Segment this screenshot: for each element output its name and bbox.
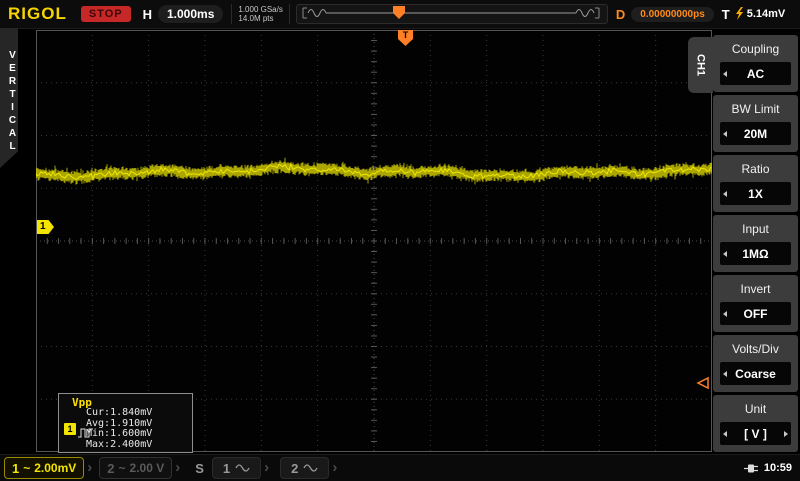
menu-item-bw-limit[interactable]: BW Limit 20M bbox=[713, 95, 798, 152]
acquisition-info: 1.000 GSa/s 14.0M pts bbox=[231, 4, 289, 24]
memory-waveform-icon bbox=[297, 5, 605, 21]
source1-status[interactable]: 1 bbox=[212, 457, 261, 479]
menu-item-label: Input bbox=[713, 222, 798, 236]
right-arrow-icon bbox=[784, 431, 788, 437]
run-state-badge[interactable]: STOP bbox=[81, 6, 131, 22]
menu-item-value: OFF bbox=[720, 302, 791, 325]
sine-wave-icon bbox=[235, 463, 250, 473]
clock: 10:59 bbox=[764, 462, 792, 474]
menu-item-label: Unit bbox=[713, 402, 798, 416]
memory-overview-strip[interactable] bbox=[296, 4, 608, 24]
menu-item-value: 1X bbox=[720, 182, 791, 205]
chevron-icon: › bbox=[332, 458, 337, 478]
graticule bbox=[36, 30, 712, 452]
softkey-menu: Coupling AC BW Limit 20M Ratio 1X Input bbox=[713, 35, 798, 452]
left-arrow-icon bbox=[723, 431, 727, 437]
clock-area: 10:59 bbox=[743, 462, 792, 474]
source-label: S bbox=[195, 461, 204, 476]
ac-coupling-icon: ~ bbox=[119, 461, 126, 475]
menu-item-value: 1MΩ bbox=[720, 242, 791, 265]
left-arrow-icon bbox=[723, 311, 727, 317]
menu-item-value: 20M bbox=[720, 122, 791, 145]
menu-item-ratio[interactable]: Ratio 1X bbox=[713, 155, 798, 212]
ac-coupling-icon: ~ bbox=[23, 461, 30, 475]
delay-label: D bbox=[616, 7, 625, 22]
trigger-label: T bbox=[722, 7, 730, 22]
vertical-section-tab: VERTICAL bbox=[0, 28, 18, 168]
channel1-status[interactable]: 1 ~ 2.00mV bbox=[4, 457, 84, 479]
menu-tab-ch1[interactable]: CH1 bbox=[688, 37, 713, 93]
channel2-status[interactable]: 2 ~ 2.00 V bbox=[99, 457, 172, 479]
usb-plug-icon bbox=[743, 463, 759, 474]
left-arrow-icon bbox=[723, 71, 727, 77]
trigger-level-marker[interactable] bbox=[696, 376, 710, 395]
measurement-row: Max:2.400mV bbox=[86, 440, 152, 451]
trigger-position-marker bbox=[393, 6, 405, 19]
sample-rate: 1.000 GSa/s bbox=[238, 5, 282, 14]
menu-item-volts-div[interactable]: Volts/Div Coarse bbox=[713, 335, 798, 392]
chevron-icon: › bbox=[87, 458, 92, 478]
left-arrow-icon bbox=[723, 131, 727, 137]
menu-item-label: Ratio bbox=[713, 162, 798, 176]
menu-item-value: Coarse bbox=[720, 362, 791, 385]
menu-item-label: Volts/Div bbox=[713, 342, 798, 356]
menu-item-coupling[interactable]: Coupling AC bbox=[713, 35, 798, 92]
rigol-logo: RIGOL bbox=[8, 4, 67, 24]
menu-item-value: AC bbox=[720, 62, 791, 85]
menu-item-input[interactable]: Input 1MΩ bbox=[713, 215, 798, 272]
trigger-level-readout[interactable]: 5.14mV bbox=[747, 8, 786, 20]
left-arrow-icon bbox=[723, 251, 727, 257]
left-arrow-icon bbox=[723, 371, 727, 377]
chevron-icon: › bbox=[175, 458, 180, 478]
oscilloscope-ui: RIGOL STOP H 1.000ms 1.000 GSa/s 14.0M p… bbox=[0, 0, 800, 480]
source2-status[interactable]: 2 bbox=[280, 457, 329, 479]
menu-item-label: Coupling bbox=[713, 42, 798, 56]
chevron-icon: › bbox=[264, 458, 269, 478]
menu-item-invert[interactable]: Invert OFF bbox=[713, 275, 798, 332]
measurement-popup: Vpp 1 Cur:1.840mV Avg:1.910mV Min:1.600m… bbox=[58, 393, 193, 453]
delay-readout[interactable]: 0.00000000ps bbox=[631, 7, 714, 22]
menu-item-unit[interactable]: Unit [ V ] bbox=[713, 395, 798, 452]
menu-item-value: [ V ] bbox=[720, 422, 791, 445]
left-arrow-icon bbox=[723, 191, 727, 197]
timebase-readout[interactable]: 1.000ms bbox=[158, 5, 223, 23]
sine-wave-icon bbox=[303, 463, 318, 473]
trigger-slope-icon bbox=[734, 7, 744, 21]
measurement-rows: Cur:1.840mV Avg:1.910mV Min:1.600mV Max:… bbox=[86, 408, 152, 450]
memory-depth: 14.0M pts bbox=[238, 14, 282, 23]
menu-item-label: BW Limit bbox=[713, 102, 798, 116]
bottom-status-bar: 1 ~ 2.00mV › 2 ~ 2.00 V › S 1 › 2 › bbox=[0, 454, 800, 481]
measurement-channel-badge: 1 bbox=[64, 423, 76, 435]
top-status-bar: RIGOL STOP H 1.000ms 1.000 GSa/s 14.0M p… bbox=[0, 0, 800, 29]
horizontal-label: H bbox=[143, 7, 152, 22]
waveform-display bbox=[36, 30, 712, 452]
menu-item-label: Invert bbox=[713, 282, 798, 296]
